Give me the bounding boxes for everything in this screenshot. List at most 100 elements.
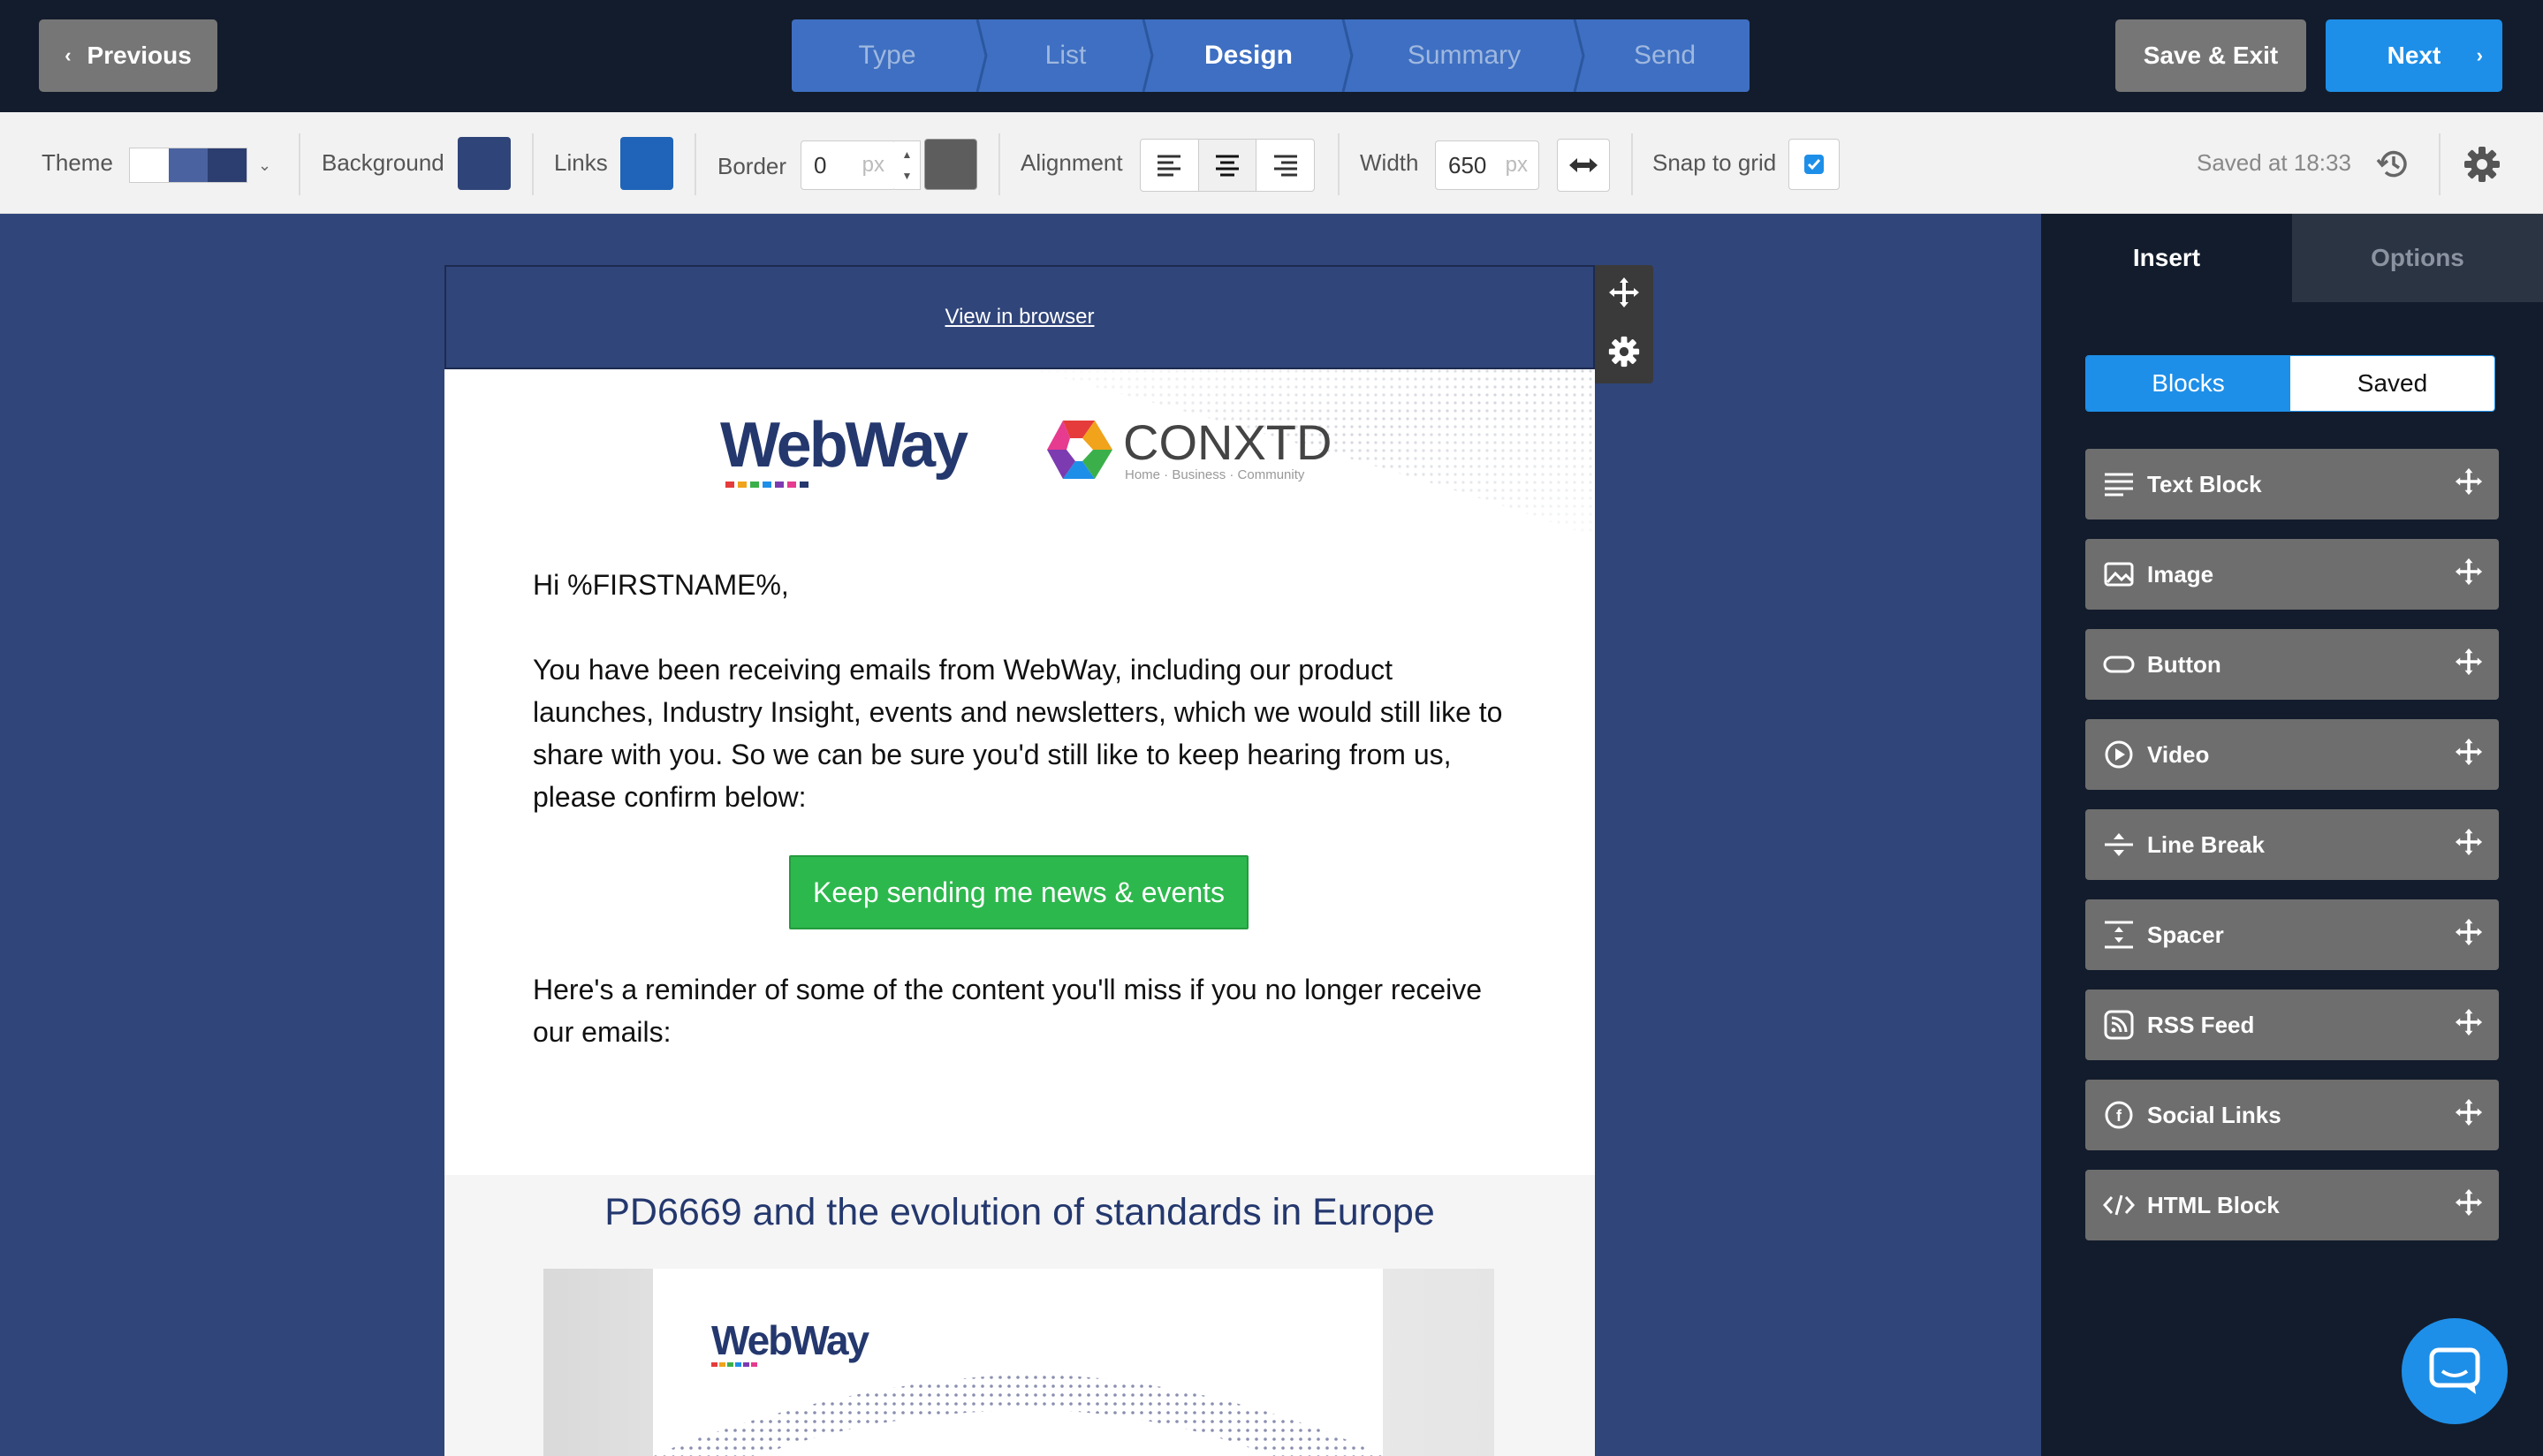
drag-handle-icon[interactable] xyxy=(2455,1098,2483,1133)
article-image-card: WebWay xyxy=(653,1269,1383,1456)
align-center-icon xyxy=(1216,155,1239,177)
step-design[interactable]: Design xyxy=(1149,19,1354,92)
block-image[interactable]: Image xyxy=(2085,539,2499,610)
stepper-down-icon[interactable]: ▼ xyxy=(902,165,913,186)
drag-handle-icon[interactable] xyxy=(2455,557,2483,592)
block-settings-gear-icon[interactable] xyxy=(1608,336,1640,372)
block-text-label: Text Block xyxy=(2147,470,2262,497)
block-social-links[interactable]: f Social Links xyxy=(2085,1080,2499,1150)
links-label: Links xyxy=(554,149,608,176)
segment-saved[interactable]: Saved xyxy=(2290,356,2494,411)
block-text[interactable]: Text Block xyxy=(2085,449,2499,519)
step-summary[interactable]: Summary xyxy=(1348,19,1585,92)
toolbar-divider xyxy=(998,133,1000,195)
right-panel: Insert Options Blocks Saved Text Block I… xyxy=(2041,214,2543,1456)
reminder-paragraph[interactable]: Here's a reminder of some of the content… xyxy=(533,968,1514,1053)
step-type-label: Type xyxy=(858,41,916,70)
theme-label: Theme xyxy=(42,149,113,176)
step-type[interactable]: Type xyxy=(792,19,988,92)
border-color-swatch[interactable] xyxy=(924,139,977,190)
drag-handle-icon[interactable] xyxy=(2455,1008,2483,1043)
webway-logo-text: WebWay xyxy=(720,410,968,481)
drag-handle-icon[interactable] xyxy=(2455,738,2483,772)
block-button[interactable]: Button xyxy=(2085,629,2499,700)
greeting-text[interactable]: Hi %FIRSTNAME%, xyxy=(533,564,1514,606)
article-webway-logo: WebWay xyxy=(711,1317,869,1363)
theme-picker[interactable] xyxy=(129,148,247,183)
theme-swatch-light xyxy=(130,148,169,182)
settings-gear-icon[interactable] xyxy=(2463,146,2501,187)
next-button-label: Next xyxy=(2387,42,2441,69)
step-send[interactable]: Send xyxy=(1580,19,1750,92)
save-exit-button[interactable]: Save & Exit xyxy=(2115,19,2306,92)
block-button-label: Button xyxy=(2147,650,2221,678)
border-unit: px xyxy=(862,153,884,177)
align-center-button[interactable] xyxy=(1198,140,1257,191)
block-html-label: HTML Block xyxy=(2147,1191,2280,1218)
rss-icon xyxy=(2103,1009,2135,1041)
view-in-browser-link[interactable]: View in browser xyxy=(945,305,1095,330)
toolbar-divider xyxy=(1338,133,1340,195)
drag-handle-icon[interactable] xyxy=(2455,828,2483,862)
article-block[interactable]: PD6669 and the evolution of standards in… xyxy=(444,1175,1595,1456)
border-label: Border xyxy=(717,153,787,179)
block-line-break-label: Line Break xyxy=(2147,830,2265,858)
line-break-icon xyxy=(2103,829,2135,861)
drag-handle-icon[interactable] xyxy=(2455,1188,2483,1223)
block-image-label: Image xyxy=(2147,560,2214,588)
step-design-label: Design xyxy=(1203,41,1294,70)
previous-button[interactable]: ‹ Previous xyxy=(39,19,217,92)
saved-status: Saved at 18:33 xyxy=(2197,149,2351,176)
conxtd-logo-text: CONXTD xyxy=(1123,413,1332,470)
drag-handle-icon[interactable] xyxy=(2455,918,2483,952)
block-rss-feed[interactable]: RSS Feed xyxy=(2085,990,2499,1060)
step-divider-icon xyxy=(1142,19,1154,92)
theme-dropdown-chevron-icon[interactable]: ⌄ xyxy=(258,156,271,175)
tab-options[interactable]: Options xyxy=(2292,214,2543,302)
background-color-swatch[interactable] xyxy=(458,137,511,190)
article-image: WebWay xyxy=(543,1269,1494,1456)
step-send-label: Send xyxy=(1633,41,1697,70)
align-left-button[interactable] xyxy=(1141,140,1199,191)
email-preview: View in browser WebWay CONXTD Home · Bus… xyxy=(444,265,1653,1456)
border-stepper[interactable]: ▲ ▼ xyxy=(894,140,921,190)
block-rss-label: RSS Feed xyxy=(2147,1011,2255,1038)
width-label: Width xyxy=(1360,149,1419,176)
history-icon[interactable] xyxy=(2375,146,2412,187)
stepper-up-icon[interactable]: ▲ xyxy=(902,144,913,165)
links-color-swatch[interactable] xyxy=(620,137,673,190)
facebook-icon: f xyxy=(2103,1099,2135,1131)
email-header-block[interactable]: View in browser xyxy=(444,265,1595,369)
next-button[interactable]: Next › xyxy=(2326,19,2502,92)
alignment-group xyxy=(1140,139,1315,192)
drag-handle-icon[interactable] xyxy=(2455,648,2483,682)
align-right-button[interactable] xyxy=(1256,140,1314,191)
step-list-label: List xyxy=(1044,41,1087,70)
snap-to-grid-checkbox[interactable] xyxy=(1788,139,1840,190)
full-width-toggle-button[interactable] xyxy=(1557,139,1610,192)
segment-blocks[interactable]: Blocks xyxy=(2086,356,2290,411)
text-lines-icon xyxy=(2103,468,2135,500)
tab-insert[interactable]: Insert xyxy=(2041,214,2292,302)
insert-block-list: Text Block Image Button Video Line Break… xyxy=(2085,449,2499,1260)
horizontal-arrows-icon xyxy=(1569,158,1598,172)
move-icon[interactable] xyxy=(1608,277,1640,313)
chat-launcher-button[interactable] xyxy=(2402,1318,2508,1424)
block-video[interactable]: Video xyxy=(2085,719,2499,790)
block-line-break[interactable]: Line Break xyxy=(2085,809,2499,880)
keep-sending-button[interactable]: Keep sending me news & events xyxy=(789,855,1249,929)
drag-handle-icon[interactable] xyxy=(2455,467,2483,502)
code-icon xyxy=(2103,1189,2135,1221)
border-width-input[interactable]: 0 px xyxy=(801,140,896,190)
step-divider-icon xyxy=(975,19,988,92)
toolbar-divider xyxy=(2439,133,2441,195)
previous-button-label: Previous xyxy=(87,42,192,69)
border-width-value: 0 xyxy=(814,151,827,178)
step-list[interactable]: List xyxy=(983,19,1154,92)
block-spacer[interactable]: Spacer xyxy=(2085,899,2499,970)
intro-paragraph[interactable]: You have been receiving emails from WebW… xyxy=(533,648,1514,818)
width-input[interactable]: 650 px xyxy=(1435,140,1539,190)
block-html[interactable]: HTML Block xyxy=(2085,1170,2499,1240)
align-right-icon xyxy=(1273,155,1297,177)
image-icon xyxy=(2103,558,2135,590)
